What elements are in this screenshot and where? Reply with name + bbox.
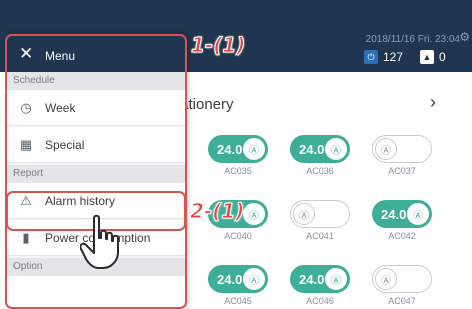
unit-name: AC046 [306,296,334,306]
unit-temp: 24.0 [299,272,325,287]
chevron-right-icon[interactable]: › [430,92,436,113]
auto-icon: Ⓐ [293,203,315,225]
auto-icon: Ⓐ [243,203,265,225]
unit-temp: 24.0 [217,272,243,287]
hand-pointer-icon [80,214,119,269]
unit-temp: 24.0 [217,142,243,157]
alarm-status: ▲ 0 [420,49,446,65]
unit-temp: 24.0 [299,142,325,157]
unit-name: AC047 [388,296,416,306]
gear-icon[interactable]: ⚙ [459,30,470,44]
auto-icon: Ⓐ [243,138,265,160]
operating-count: 127 [383,50,404,64]
unit-ac045[interactable]: 24.0 Ⓐ AC045 [208,265,268,309]
unit-temp: 24.0 [381,207,407,222]
unit-name: AC037 [388,166,416,176]
unit-name: AC041 [306,231,334,241]
auto-icon: Ⓐ [325,268,347,290]
unit-name: AC042 [388,231,416,241]
unit-ac042[interactable]: 24.0 Ⓐ AC042 [372,200,432,246]
alarm-icon: ▲ [420,50,434,64]
datetime-label: 2018/11/16 Fri. 23:04 [365,34,460,45]
alarm-count: 0 [439,50,446,64]
unit-name: AC036 [306,166,334,176]
unit-ac046[interactable]: 24.0 Ⓐ AC046 [290,265,350,309]
unit-ac041[interactable]: Ⓐ AC041 [290,200,350,246]
auto-icon: Ⓐ [375,138,397,160]
unit-ac047[interactable]: Ⓐ AC047 [372,265,432,309]
auto-icon: Ⓐ [243,268,265,290]
auto-icon: Ⓐ [325,138,347,160]
operating-status: ⏻ 127 [364,49,403,65]
auto-icon: Ⓐ [375,268,397,290]
unit-name: AC040 [224,231,252,241]
annotation-step-2: 2-(1) [189,199,245,224]
power-icon: ⏻ [364,50,378,64]
unit-name: AC045 [224,296,252,306]
annotation-step-1: 1-(1) [190,33,246,58]
auto-icon: Ⓐ [407,203,429,225]
screen: 2018/11/16 Fri. 23:04 ⚙ ⏻ 127 ▲ 0 tation… [0,0,472,309]
unit-ac035[interactable]: 24.0 Ⓐ AC035 [208,135,268,181]
unit-name: AC035 [224,166,252,176]
unit-ac037[interactable]: Ⓐ AC037 [372,135,432,181]
unit-ac036[interactable]: 24.0 Ⓐ AC036 [290,135,350,181]
